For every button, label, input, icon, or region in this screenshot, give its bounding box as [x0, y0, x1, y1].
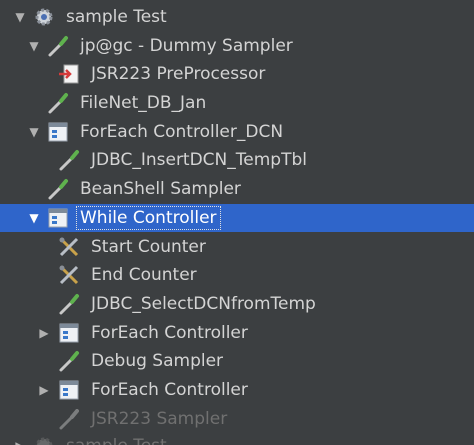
node-label: End Counter — [91, 265, 197, 285]
node-label: FileNet_DB_Jan — [80, 93, 207, 113]
collapsed-arrow-icon[interactable]: ▶ — [37, 383, 51, 397]
expanded-arrow-icon[interactable]: ▼ — [13, 10, 27, 24]
expanded-arrow-icon[interactable]: ▼ — [27, 125, 41, 139]
gear-icon — [31, 433, 57, 445]
pipette-icon — [56, 406, 82, 432]
pipette-icon — [56, 147, 82, 173]
tree-node-jsr223-sampler[interactable]: JSR223 Sampler — [0, 405, 474, 433]
tree-node-jsr223-preprocessor[interactable]: JSR223 PreProcessor — [0, 60, 474, 88]
tree-node-sample-test-2[interactable]: ▶ sample Test — [0, 432, 474, 445]
node-label: JSR223 PreProcessor — [91, 64, 266, 84]
pipette-icon — [45, 90, 71, 116]
tools-icon — [56, 234, 82, 260]
tree-node-sample-test[interactable]: ▼ sample Test — [0, 3, 474, 31]
node-label: ForEach Controller — [91, 380, 248, 400]
tree-node-beanshell-sampler[interactable]: BeanShell Sampler — [0, 175, 474, 203]
gear-icon — [31, 4, 57, 30]
tree-node-start-counter[interactable]: Start Counter — [0, 233, 474, 261]
node-label: JSR223 Sampler — [91, 409, 228, 429]
tree-node-debug-sampler[interactable]: Debug Sampler — [0, 347, 474, 375]
node-label: ForEach Controller_DCN — [80, 122, 284, 142]
node-label: While Controller — [76, 206, 221, 230]
tree-node-while-controller[interactable]: ▼ While Controller — [0, 204, 474, 232]
pipette-icon — [56, 291, 82, 317]
expanded-arrow-icon[interactable]: ▼ — [27, 211, 41, 225]
pipette-icon — [45, 176, 71, 202]
node-label: Debug Sampler — [91, 351, 224, 371]
node-label: JDBC_InsertDCN_TempTbl — [91, 150, 307, 170]
collapsed-arrow-icon[interactable]: ▶ — [13, 439, 27, 445]
node-label: jp@gc - Dummy Sampler — [80, 36, 293, 56]
tree-node-jdbc-select[interactable]: JDBC_SelectDCNfromTemp — [0, 290, 474, 318]
controller-icon — [45, 119, 71, 145]
node-label: JDBC_SelectDCNfromTemp — [91, 294, 316, 314]
tree-node-foreach-controller-dcn[interactable]: ▼ ForEach Controller_DCN — [0, 118, 474, 146]
controller-icon — [45, 205, 71, 231]
tree-node-foreach-controller[interactable]: ▶ ForEach Controller — [0, 319, 474, 347]
collapsed-arrow-icon[interactable]: ▶ — [37, 326, 51, 340]
tree-node-filenet-db-jan[interactable]: FileNet_DB_Jan — [0, 89, 474, 117]
tools-icon — [56, 262, 82, 288]
tree-node-foreach-controller-2[interactable]: ▶ ForEach Controller — [0, 376, 474, 404]
tree-node-jdbc-insert[interactable]: JDBC_InsertDCN_TempTbl — [0, 146, 474, 174]
test-plan-tree: ▼ sample Test ▼ jp@gc - Dummy Sampler JS… — [0, 0, 474, 445]
tree-node-dummy-sampler[interactable]: ▼ jp@gc - Dummy Sampler — [0, 32, 474, 60]
controller-icon — [56, 320, 82, 346]
node-label: ForEach Controller — [91, 323, 248, 343]
controller-icon — [56, 377, 82, 403]
tree-node-end-counter[interactable]: End Counter — [0, 261, 474, 289]
pipette-icon — [56, 348, 82, 374]
expanded-arrow-icon[interactable]: ▼ — [27, 39, 41, 53]
node-label: Start Counter — [91, 237, 206, 257]
node-label: sample Test — [66, 7, 167, 27]
node-label: sample Test — [66, 435, 167, 445]
pipette-icon — [45, 33, 71, 59]
preprocessor-icon — [56, 61, 82, 87]
node-label: BeanShell Sampler — [80, 179, 241, 199]
